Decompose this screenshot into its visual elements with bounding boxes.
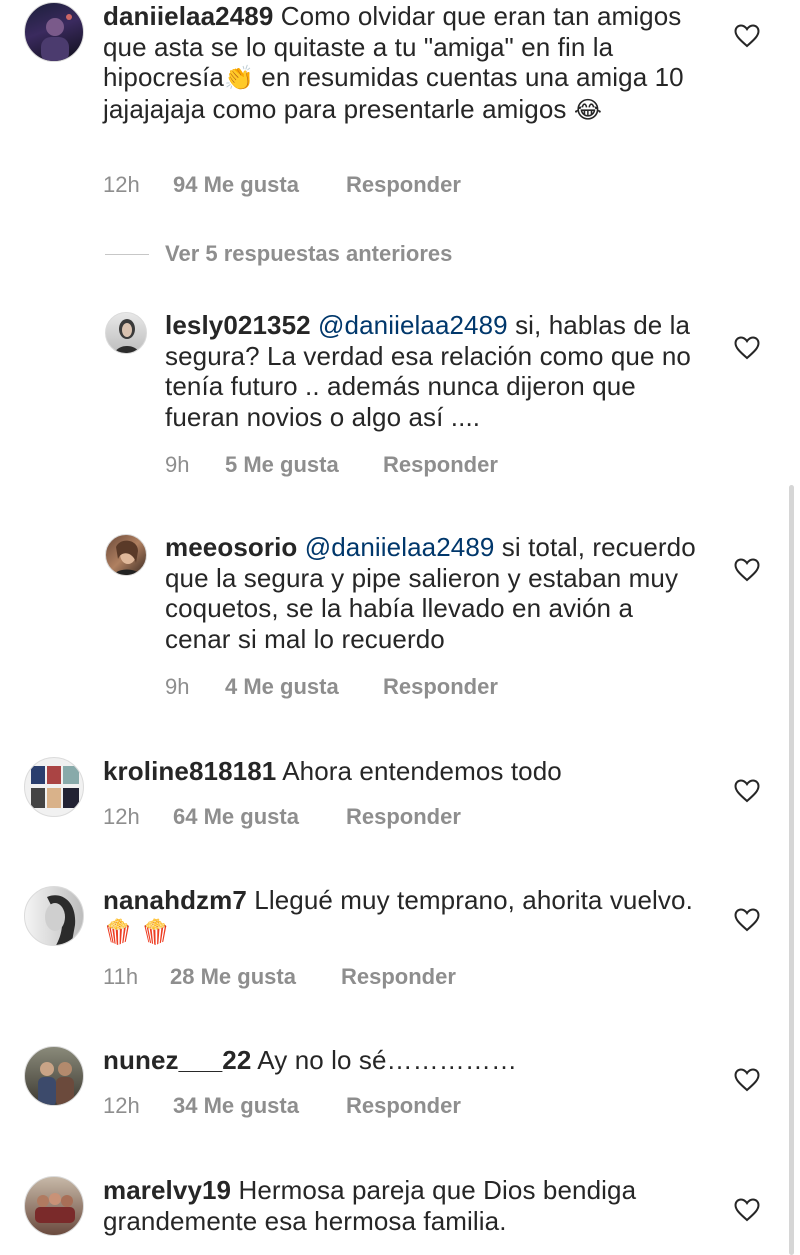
reply-mention-link[interactable]: @daniielaa2489 [305,532,495,562]
comment-item: nunez___22 Ay no lo sé…………… 12h 34 Me gu… [0,1044,800,1124]
comment-item: kroline818181 Ahora entendemos todo 12h … [0,755,800,835]
reply-text: meeosorio @daniielaa2489 si total, recue… [165,532,705,655]
comment-text: kroline818181 Ahora entendemos todo [103,756,703,787]
avatar[interactable] [24,757,84,817]
like-heart-icon[interactable] [734,1068,760,1092]
reply-username[interactable]: lesly021352 [165,310,311,340]
avatar[interactable] [24,1046,84,1106]
comment-time: 12h [103,172,140,197]
comment-meta: 12h 94 Me gusta Responder [103,172,461,198]
reply-button[interactable]: Responder [346,172,461,198]
comment-item: daniielaa2489 Como olvidar que eran tan … [0,0,800,210]
like-heart-icon[interactable] [734,558,760,582]
reply-mention-link[interactable]: @daniielaa2489 [318,310,508,340]
reply-button[interactable]: Responder [346,1093,461,1119]
comment-meta: 12h 34 Me gusta Responder [103,1093,461,1119]
reply-likes[interactable]: 5 Me gusta [225,452,339,478]
comment-text: daniielaa2489 Como olvidar que eran tan … [103,1,703,126]
comment-body: Ay no lo sé…………… [257,1045,518,1075]
reply-time: 9h [165,452,190,477]
reply-time: 9h [165,674,190,699]
comment-text: marelvy19 Hermosa pareja que Dios bendig… [103,1175,703,1236]
reply-meta: 9h 4 Me gusta Responder [165,674,498,700]
avatar[interactable] [24,1176,84,1236]
reply-username[interactable]: meeosorio [165,532,297,562]
like-heart-icon[interactable] [734,1198,760,1222]
popcorn-emoji: 🍿 🍿 [103,917,171,946]
comment-time: 12h [103,1093,140,1118]
avatar[interactable] [24,886,84,946]
comment-body: Llegué muy temprano, ahorita vuelvo. [254,885,693,915]
avatar[interactable] [105,534,147,576]
comment-username[interactable]: nanahdzm7 [103,885,247,915]
like-heart-icon[interactable] [734,336,760,360]
clapping-hands-emoji: 👏 [223,64,254,93]
comment-likes[interactable]: 64 Me gusta [173,804,299,830]
reply-button[interactable]: Responder [383,674,498,700]
comment-meta: 11h 28 Me gusta Responder [103,964,456,990]
comment-username[interactable]: kroline818181 [103,756,276,786]
comment-text: nanahdzm7 Llegué muy temprano, ahorita v… [103,885,703,947]
laughing-emoji: 😂 [573,96,602,125]
divider-line [105,254,149,255]
reply-button[interactable]: Responder [383,452,498,478]
reply-button[interactable]: Responder [346,804,461,830]
like-heart-icon[interactable] [734,24,760,48]
comment-likes[interactable]: 94 Me gusta [173,172,299,198]
comment-item: marelvy19 Hermosa pareja que Dios bendig… [0,1174,800,1252]
comment-time: 11h [103,964,139,989]
view-previous-replies-button[interactable]: Ver 5 respuestas anteriores [105,241,605,269]
avatar[interactable] [24,2,84,62]
comment-item: nanahdzm7 Llegué muy temprano, ahorita v… [0,884,800,994]
like-heart-icon[interactable] [734,908,760,932]
comment-meta: 12h 64 Me gusta Responder [103,804,461,830]
comment-likes[interactable]: 34 Me gusta [173,1093,299,1119]
reply-button[interactable]: Responder [341,964,456,990]
avatar[interactable] [105,312,147,354]
reply-item: lesly021352 @daniielaa2489 si, hablas de… [0,300,800,490]
comment-time: 12h [103,804,140,829]
comment-username[interactable]: daniielaa2489 [103,1,273,31]
comment-username[interactable]: marelvy19 [103,1175,231,1205]
comment-text: nunez___22 Ay no lo sé…………… [103,1045,703,1076]
comment-likes[interactable]: 28 Me gusta [170,964,296,990]
scrollbar[interactable] [789,485,794,1255]
comment-username[interactable]: nunez___22 [103,1045,251,1075]
like-heart-icon[interactable] [734,779,760,803]
reply-likes[interactable]: 4 Me gusta [225,674,339,700]
reply-meta: 9h 5 Me gusta Responder [165,452,498,478]
reply-text: lesly021352 @daniielaa2489 si, hablas de… [165,310,705,433]
reply-item: meeosorio @daniielaa2489 si total, recue… [0,522,800,712]
view-previous-replies-label: Ver 5 respuestas anteriores [165,241,453,266]
comment-body: Ahora entendemos todo [282,756,562,786]
